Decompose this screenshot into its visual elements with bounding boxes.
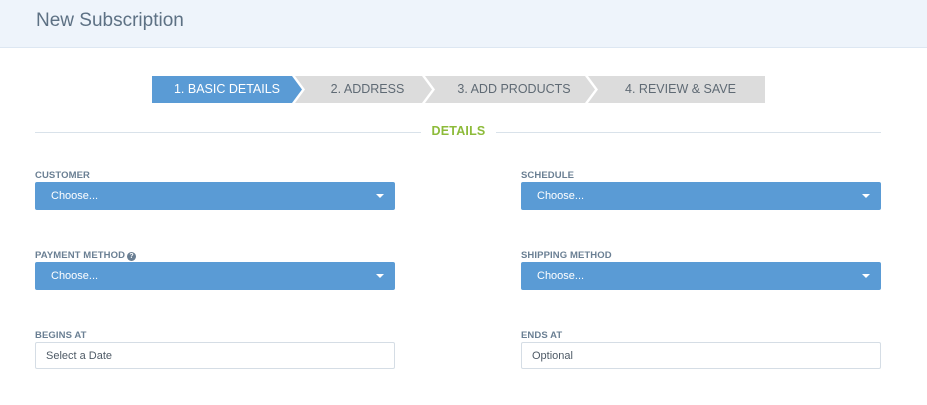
shipping-method-select-value: Choose...: [537, 270, 585, 282]
begins-at-date-input[interactable]: [35, 342, 395, 369]
schedule-label: SCHEDULE: [521, 170, 575, 181]
caret-down-icon: [376, 194, 384, 198]
page-title: New Subscription: [36, 10, 184, 31]
wizard-step-address[interactable]: 2. ADDRESS: [295, 76, 432, 103]
wizard-step-add-products[interactable]: 3. ADD PRODUCTS: [425, 76, 595, 103]
section-divider: DETAILS: [35, 124, 881, 140]
payment-method-select[interactable]: Choose...: [35, 262, 395, 290]
page-header: New Subscription: [0, 0, 927, 48]
customer-label: CUSTOMER: [35, 170, 90, 181]
help-icon[interactable]: ?: [127, 252, 137, 261]
begins-at-label: BEGINS AT: [35, 330, 87, 341]
wizard-step-basic-details[interactable]: 1. BASIC DETAILS: [152, 76, 302, 103]
shipping-method-label: SHIPPING METHOD: [521, 250, 612, 261]
caret-down-icon: [862, 194, 870, 198]
customer-select[interactable]: Choose...: [35, 182, 395, 210]
schedule-select[interactable]: Choose...: [521, 182, 881, 210]
customer-select-value: Choose...: [51, 190, 99, 202]
ends-at-label: ENDS AT: [521, 330, 563, 341]
divider-line-right: [496, 132, 881, 133]
payment-method-label: PAYMENT METHOD: [35, 250, 126, 261]
shipping-method-select[interactable]: Choose...: [521, 262, 881, 290]
caret-down-icon: [862, 274, 870, 278]
wizard-step-review-save[interactable]: 4. REVIEW & SAVE: [588, 76, 765, 103]
caret-down-icon: [376, 274, 384, 278]
wizard-steps: 1. BASIC DETAILS 2. ADDRESS 3. ADD PRODU…: [152, 76, 765, 103]
divider-line-left: [35, 132, 421, 133]
ends-at-date-input[interactable]: [521, 342, 881, 369]
section-title: DETAILS: [431, 124, 486, 138]
payment-method-select-value: Choose...: [51, 270, 99, 282]
payment-method-label-row: PAYMENT METHOD?: [35, 250, 137, 261]
schedule-select-value: Choose...: [537, 190, 585, 202]
